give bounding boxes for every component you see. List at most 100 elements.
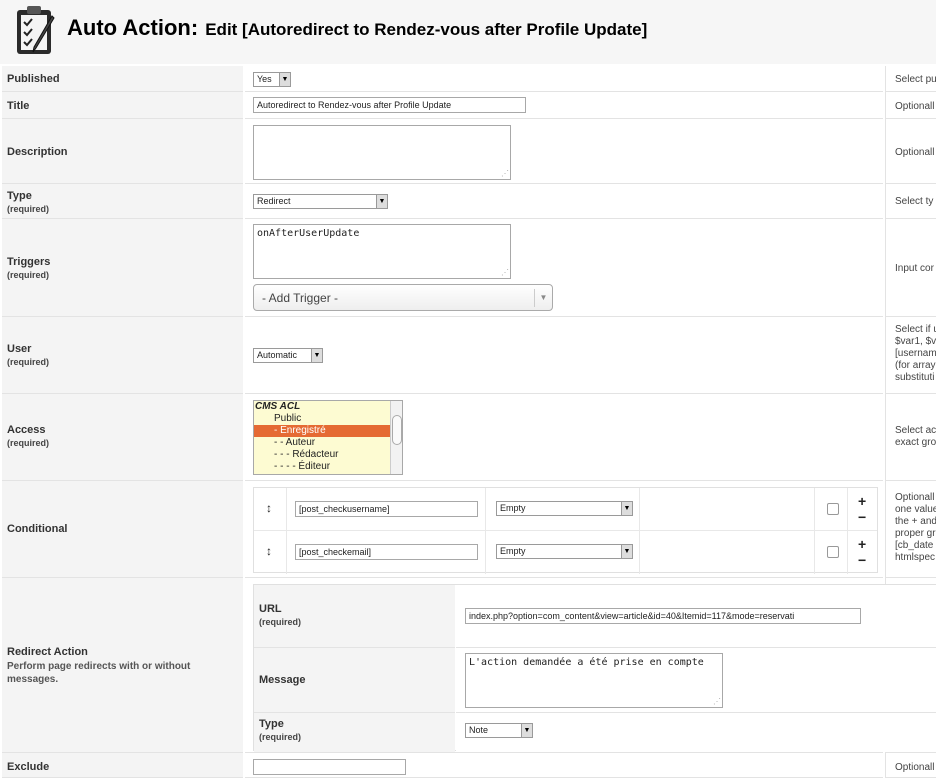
- condition-row: ↕ [post_checkemail] Empty ▼ + −: [254, 531, 877, 574]
- exclude-label: Exclude: [7, 761, 50, 773]
- description-textarea[interactable]: ⋰: [253, 125, 511, 180]
- condition-operator-value: Empty: [500, 546, 526, 556]
- page-header: Auto Action: Edit [Autoredirect to Rende…: [0, 0, 936, 64]
- conditional-help: Optionall one value the + and proper gr …: [885, 481, 936, 578]
- redirect-message-row: Message L'action demandée a été prise en…: [254, 648, 936, 713]
- published-help: Select pu: [895, 74, 936, 85]
- user-select-value: Automatic: [257, 350, 298, 360]
- redirect-url-label: URL (required): [259, 603, 301, 627]
- add-condition-button[interactable]: +: [858, 494, 866, 508]
- row-published: Published Yes ▼ Select pu: [2, 66, 936, 92]
- condition-operator-select[interactable]: Empty ▼: [496, 501, 633, 516]
- title-label: Title: [7, 100, 30, 112]
- redirect-type-value: Note: [469, 725, 489, 735]
- exclude-help: Optionall: [895, 762, 935, 773]
- redirect-message-textarea[interactable]: L'action demandée a été prise en compte …: [465, 653, 723, 708]
- access-listbox[interactable]: CMS ACL Public - Enregistré - - Auteur -…: [253, 400, 403, 475]
- access-scrollbar[interactable]: [390, 401, 402, 474]
- user-help-line: substituti: [895, 372, 935, 383]
- scrollbar-thumb[interactable]: [392, 415, 402, 445]
- chevron-down-icon: ▼: [621, 545, 632, 558]
- redirect-url-label-text: URL: [259, 603, 282, 615]
- access-help-line: exact gro: [895, 437, 936, 448]
- condition-field-input[interactable]: [post_checkusername]: [295, 501, 478, 517]
- reorder-handle-icon[interactable]: ↕: [266, 544, 272, 558]
- triggers-value: onAfterUserUpdate: [257, 228, 360, 239]
- add-trigger-select[interactable]: - Add Trigger - ▼: [253, 284, 553, 311]
- type-select-value: Redirect: [257, 196, 291, 206]
- condition-row: ↕ [post_checkusername] Empty ▼ + −: [254, 488, 877, 531]
- page-title-sub: Edit [Autoredirect to Rendez-vous after …: [205, 20, 648, 39]
- condition-operator-select[interactable]: Empty ▼: [496, 544, 633, 559]
- list-item[interactable]: - - - - Éditeur: [254, 461, 402, 473]
- remove-condition-button[interactable]: −: [858, 510, 866, 524]
- redirect-type-label: Type (required): [259, 718, 301, 742]
- row-title: Title Autoredirect to Rendez-vous after …: [2, 92, 936, 119]
- redirect-type-required: (required): [259, 732, 302, 742]
- access-required: (required): [7, 438, 50, 448]
- row-user: User (required) Automatic ▼ Select if u $…: [2, 317, 936, 394]
- title-input[interactable]: Autoredirect to Rendez-vous after Profil…: [253, 97, 526, 113]
- user-select[interactable]: Automatic ▼: [253, 348, 323, 363]
- row-access: Access (required) Select ac exact gro: [2, 394, 936, 481]
- published-select[interactable]: Yes ▼: [253, 72, 291, 87]
- user-help: Select if u $var1, $v [usernam (for arra…: [885, 317, 936, 394]
- condition-field-input[interactable]: [post_checkemail]: [295, 544, 478, 560]
- list-item-selected[interactable]: - Enregistré: [254, 425, 402, 437]
- redirect-type-label-text: Type: [259, 718, 284, 730]
- user-label: User (required): [7, 343, 49, 367]
- type-required: (required): [7, 204, 50, 214]
- chevron-down-icon: ▼: [521, 724, 532, 737]
- add-trigger-placeholder: - Add Trigger -: [262, 291, 339, 305]
- chevron-down-icon: ▼: [279, 73, 290, 86]
- redirect-action-label: Redirect Action Perform page redirects w…: [7, 646, 207, 686]
- page-title-main: Auto Action:: [67, 15, 199, 40]
- remove-condition-button[interactable]: −: [858, 553, 866, 567]
- conditional-label: Conditional: [7, 523, 68, 535]
- row-exclude: Exclude Optionall: [2, 753, 936, 778]
- condition-checkbox[interactable]: [827, 546, 839, 558]
- triggers-required: (required): [7, 270, 50, 280]
- description-label: Description: [7, 146, 68, 158]
- list-item[interactable]: Public: [254, 413, 402, 425]
- condition-operator-value: Empty: [500, 503, 526, 513]
- redirect-type-row: Type (required) Note ▼: [254, 713, 936, 752]
- list-item[interactable]: - - Auteur: [254, 437, 402, 449]
- type-label-text: Type: [7, 190, 32, 202]
- triggers-textarea[interactable]: onAfterUserUpdate ⋰: [253, 224, 511, 279]
- type-label: Type (required): [7, 190, 49, 214]
- add-condition-button[interactable]: +: [858, 537, 866, 551]
- row-triggers: Triggers (required) onAfterUserUpdate ⋰ -…: [2, 219, 936, 317]
- redirect-url-input[interactable]: index.php?option=com_content&view=articl…: [465, 608, 861, 624]
- type-select[interactable]: Redirect ▼: [253, 194, 388, 209]
- resize-grip-icon[interactable]: ⋰: [501, 269, 509, 277]
- redirect-message-label: Message: [259, 674, 306, 686]
- access-help: Select ac exact gro: [885, 394, 936, 481]
- resize-grip-icon[interactable]: ⋰: [713, 698, 721, 706]
- chevron-down-icon: ▼: [534, 289, 552, 307]
- redirect-params-table: URL (required) index.php?option=com_conte…: [253, 584, 936, 752]
- exclude-input[interactable]: [253, 759, 406, 775]
- condition-checkbox[interactable]: [827, 503, 839, 515]
- resize-grip-icon[interactable]: ⋰: [501, 170, 509, 178]
- list-item[interactable]: - - - Rédacteur: [254, 449, 402, 461]
- published-select-value: Yes: [257, 74, 272, 84]
- type-help: Select ty: [895, 196, 934, 207]
- triggers-label: Triggers (required): [7, 256, 50, 280]
- redirect-action-description: Perform page redirects with or without m…: [7, 661, 191, 685]
- access-label: Access (required): [7, 424, 49, 448]
- chevron-down-icon: ▼: [376, 195, 387, 208]
- redirect-type-select[interactable]: Note ▼: [465, 723, 533, 738]
- user-required: (required): [7, 357, 50, 367]
- triggers-label-text: Triggers: [7, 256, 51, 268]
- redirect-url-required: (required): [259, 617, 302, 627]
- list-item[interactable]: CMS ACL: [254, 401, 402, 413]
- conditions-table: ↕ [post_checkusername] Empty ▼ + − ↕ [po…: [253, 487, 878, 574]
- page-title: Auto Action: Edit [Autoredirect to Rende…: [67, 15, 647, 41]
- redirect-message-value: L'action demandée a été prise en compte: [469, 657, 704, 668]
- reorder-handle-icon[interactable]: ↕: [266, 501, 272, 515]
- row-description: Description ⋰ Optionall: [2, 119, 936, 184]
- redirect-action-label-text: Redirect Action: [7, 646, 88, 658]
- title-help: Optionall: [895, 101, 935, 112]
- redirect-url-row: URL (required) index.php?option=com_conte…: [254, 585, 936, 648]
